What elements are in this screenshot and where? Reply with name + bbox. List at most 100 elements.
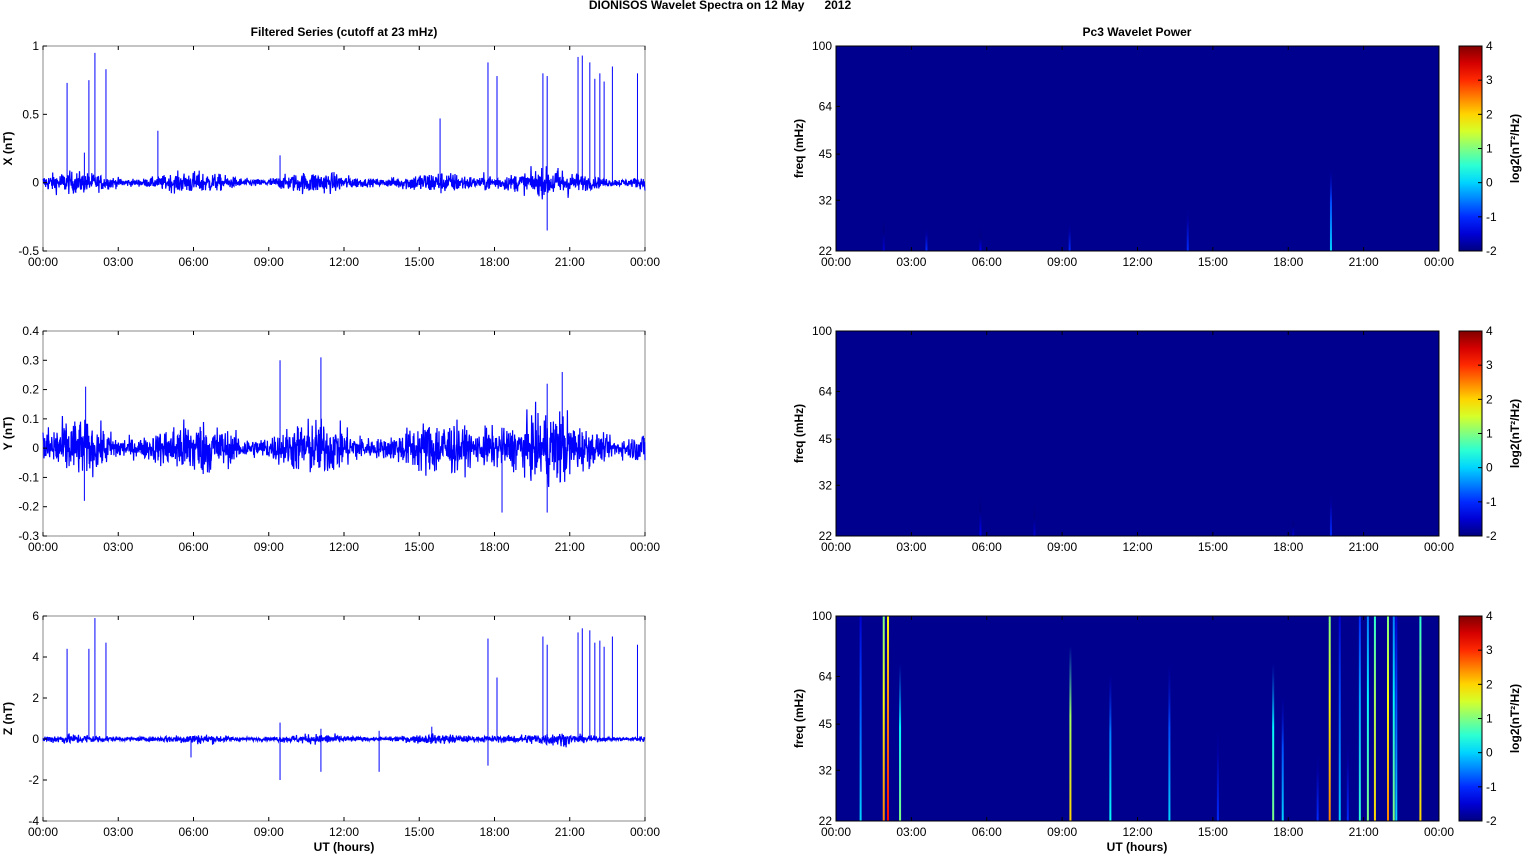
figure: DIONISOS Wavelet Spectra on 12 May 2012 … xyxy=(1,0,1522,854)
spec-2-x-tick-label: 12:00 xyxy=(1122,540,1152,554)
ts-z-y-tick-label: 2 xyxy=(32,691,39,705)
spec-2-x-tick-label: 21:00 xyxy=(1349,540,1379,554)
spec-1-x-tick-label: 12:00 xyxy=(1122,255,1152,269)
spec-3-power-streak xyxy=(1419,616,1422,821)
spec-1-x-tick-label: 00:00 xyxy=(1424,255,1454,269)
ts-z-ylabel: Z (nT) xyxy=(1,702,15,735)
ts-y-x-tick-label: 00:00 xyxy=(28,540,58,554)
spec-3-x-tick-label: 03:00 xyxy=(896,825,926,839)
spec-3-power-streak xyxy=(1366,616,1369,821)
ts-x-x-tick-label: 00:00 xyxy=(28,255,58,269)
ts-y-y-tick-label: -0.2 xyxy=(18,500,39,514)
spec-1-power-streak xyxy=(1186,200,1189,251)
ts-z-y-tick-label: -2 xyxy=(28,773,39,787)
ts-x-x-tick-label: 15:00 xyxy=(404,255,434,269)
ts-z-x-tick-label: 15:00 xyxy=(404,825,434,839)
ts-z-y-tick-label: 4 xyxy=(32,650,39,664)
ts-x-axes xyxy=(42,45,646,252)
spec-3-colorbar-tick-label: 3 xyxy=(1486,643,1493,657)
spec-2-y-tick-label: 100 xyxy=(812,324,832,338)
spec-1-x-tick-label: 00:00 xyxy=(821,255,851,269)
spec-2-x-tick-label: 09:00 xyxy=(1047,540,1077,554)
spec-3-power-streak xyxy=(1392,616,1395,821)
spec-1-x-tick-label: 18:00 xyxy=(1273,255,1303,269)
ts-x-ylabel: X (nT) xyxy=(1,132,15,166)
spec-2-colorbar-tick-label: 4 xyxy=(1486,324,1493,338)
spec-3-power-streak xyxy=(1281,696,1284,821)
spec-3-colorbar-label: log2(nT²/Hz) xyxy=(1508,684,1522,753)
ts-y-x-tick-label: 06:00 xyxy=(178,540,208,554)
spec-3-power-streak xyxy=(859,616,862,821)
ts-x-x-tick-label: 03:00 xyxy=(103,255,133,269)
spec-3-power-streak xyxy=(1338,616,1341,821)
ts-y-y-tick-label: 0.1 xyxy=(22,412,39,426)
spec-1-colorbar-tick-label: 3 xyxy=(1486,73,1493,87)
spec-1-colorbar-tick-label: 4 xyxy=(1486,39,1493,53)
figure-title: DIONISOS Wavelet Spectra on 12 May 2012 xyxy=(589,0,852,12)
ts-y-x-tick-label: 21:00 xyxy=(555,540,585,554)
spec-3-power-streak xyxy=(1069,646,1072,821)
ts-y-y-tick-label: 0.4 xyxy=(22,324,39,338)
left-column-title: Filtered Series (cutoff at 23 mHz) xyxy=(251,25,438,39)
spec-3-power-streak xyxy=(1395,616,1398,821)
ts-y-y-tick-label: -0.1 xyxy=(18,470,39,484)
spec-3-x-tick-label: 00:00 xyxy=(821,825,851,839)
spec-2-colorbar-tick-label: 3 xyxy=(1486,358,1493,372)
spec-1-colorbar-tick-label: 1 xyxy=(1486,142,1493,156)
spec-1-power-streak xyxy=(1329,170,1332,251)
spec-3-y-tick-label: 45 xyxy=(819,717,833,731)
spec-3-power-streak xyxy=(1216,709,1219,821)
spec-3-y-tick-label: 100 xyxy=(812,609,832,623)
ts-x-y-tick-label: 1 xyxy=(32,39,39,53)
spec-3-power-streak xyxy=(1373,616,1376,821)
ts-x-y-tick-label: 0 xyxy=(32,176,39,190)
spec-1-colorbar-tick-label: 2 xyxy=(1486,107,1493,121)
spec-3-power-streak xyxy=(1328,616,1331,821)
right-xlabel: UT (hours) xyxy=(1107,840,1168,854)
spec-1-x-tick-label: 09:00 xyxy=(1047,255,1077,269)
spec-2-colorbar-tick-label: 0 xyxy=(1486,461,1493,475)
ts-z-x-tick-label: 03:00 xyxy=(103,825,133,839)
spec-3-power-streak xyxy=(1272,664,1275,821)
spec-2-colorbar-tick-label: 1 xyxy=(1486,427,1493,441)
spec-2-y-tick-label: 64 xyxy=(819,384,833,398)
ts-x-y-tick-label: 0.5 xyxy=(22,107,39,121)
spec-1-power-streak xyxy=(979,228,982,251)
ts-z-x-tick-label: 06:00 xyxy=(178,825,208,839)
spec-2-y-tick-label: 45 xyxy=(819,432,833,446)
ts-z-y-tick-label: 6 xyxy=(32,609,39,623)
spec-2-heatmap-background xyxy=(836,331,1439,536)
ts-x-x-tick-label: 09:00 xyxy=(254,255,284,269)
spec-2-colorbar-tick-label: -2 xyxy=(1486,529,1497,543)
ts-y-x-tick-label: 00:00 xyxy=(630,540,660,554)
spec-1-ylabel: freq (mHz) xyxy=(792,119,806,178)
ts-x-x-tick-label: 12:00 xyxy=(329,255,359,269)
spec-3-y-tick-label: 32 xyxy=(819,763,833,777)
spec-1-colorbar-tick-label: -1 xyxy=(1486,210,1497,224)
spec-3-power-streak xyxy=(1109,674,1112,821)
ts-z-x-tick-label: 09:00 xyxy=(254,825,284,839)
ts-x-x-tick-label: 18:00 xyxy=(479,255,509,269)
spec-2-x-tick-label: 00:00 xyxy=(1424,540,1454,554)
spec-3-power-streak xyxy=(887,616,890,821)
ts-y-x-tick-label: 03:00 xyxy=(103,540,133,554)
spec-3-x-tick-label: 06:00 xyxy=(972,825,1002,839)
spec-3-ylabel: freq (mHz) xyxy=(792,689,806,748)
ts-y-y-tick-label: 0 xyxy=(32,441,39,455)
spec-2-colorbar-label: log2(nT²/Hz) xyxy=(1508,399,1522,468)
spec-1-colorbar-tick-label: 0 xyxy=(1486,176,1493,190)
spec-3-colorbar-tick-label: 4 xyxy=(1486,609,1493,623)
spec-3-y-tick-label: 64 xyxy=(819,669,833,683)
spec-2-x-tick-label: 00:00 xyxy=(821,540,851,554)
spec-3-power-streak xyxy=(1168,664,1171,821)
ts-z-y-tick-label: 0 xyxy=(32,732,39,746)
spec-1-y-tick-label: 100 xyxy=(812,39,832,53)
ts-y-x-tick-label: 18:00 xyxy=(479,540,509,554)
spec-3-power-streak xyxy=(1358,616,1361,821)
spec-3-power-streak xyxy=(899,664,902,821)
spec-1-colorbar-tick-label: -2 xyxy=(1486,244,1497,258)
spec-2-x-tick-label: 06:00 xyxy=(972,540,1002,554)
spec-3-power-streak xyxy=(882,616,885,821)
spec-2-x-tick-label: 15:00 xyxy=(1198,540,1228,554)
ts-y-y-tick-label: 0.2 xyxy=(22,383,39,397)
